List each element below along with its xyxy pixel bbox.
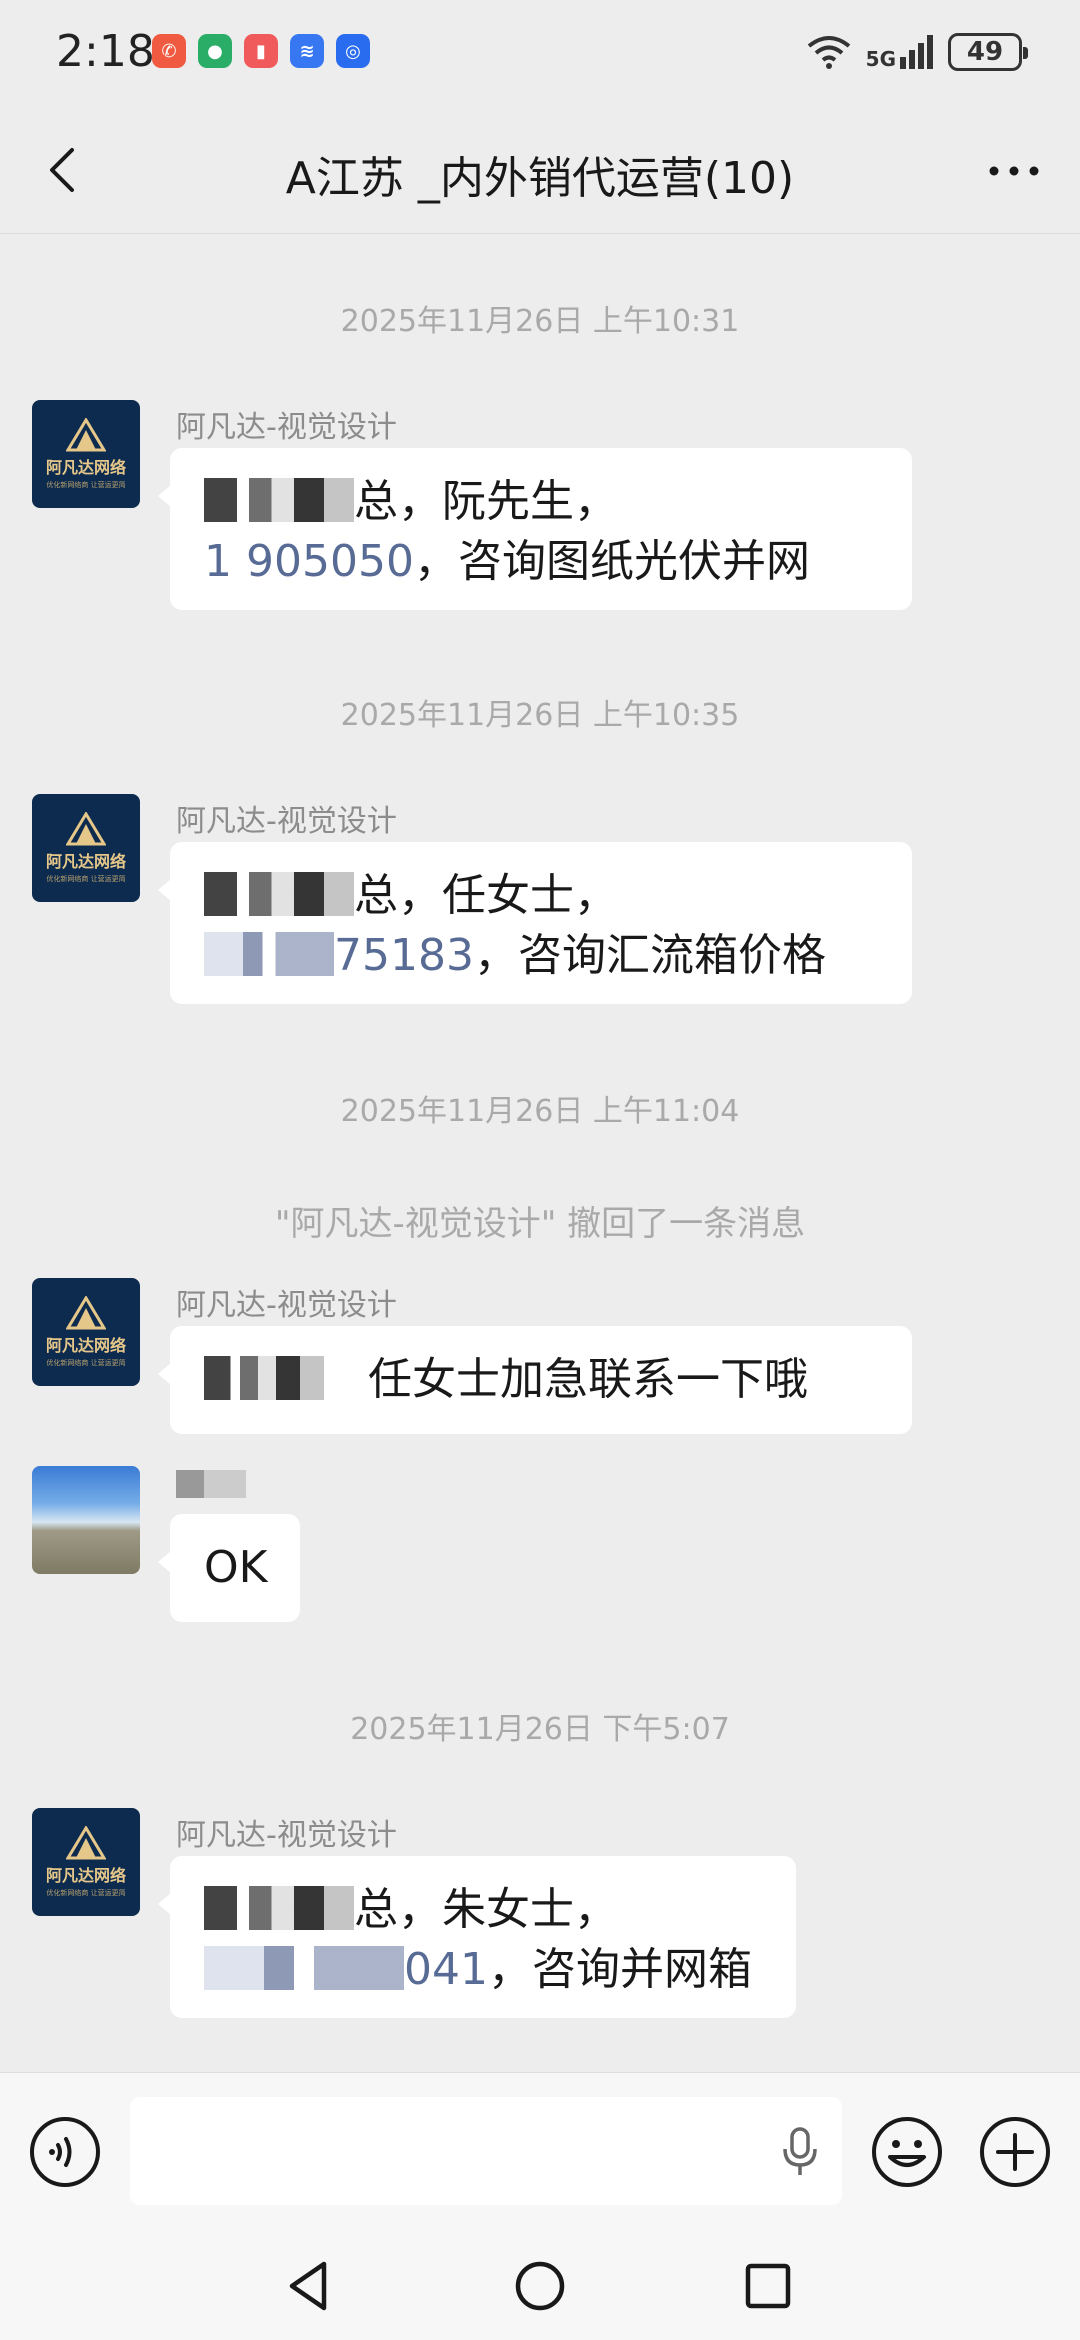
sender-name (176, 1470, 246, 1506)
brand-slogan: 优化新网络商 让营运更简 (46, 1359, 126, 1367)
status-time: 2:18 (56, 26, 155, 77)
brand-slogan: 优化新网络商 让营运更简 (46, 481, 126, 489)
battery-indicator: 49 (948, 33, 1028, 71)
nav-recents-icon[interactable] (738, 2256, 798, 2316)
sender-name: 阿凡达-视觉设计 (176, 804, 397, 839)
brand-logo-icon (66, 418, 106, 452)
redacted-text (204, 872, 354, 916)
avatar[interactable]: 阿凡达网络 优化新网络商 让营运更简 (32, 1278, 140, 1386)
signal-icon (900, 35, 933, 69)
message-text: ，咨询并网箱 (487, 1944, 752, 1995)
message-text: ，咨询图纸光伏并网 (413, 536, 810, 587)
book-icon: ▮ (244, 34, 278, 68)
message-input[interactable] (130, 2097, 842, 2205)
emoji-icon[interactable] (870, 2115, 944, 2189)
message-bubble[interactable]: 总，阮先生， 1 905050，咨询图纸光伏并网 (158, 448, 912, 610)
title-bar: A江苏 _内外销代运营(10) (0, 110, 1080, 234)
message-timestamp: 2025年11月26日 下午5:07 (350, 1712, 730, 1747)
redacted-text (176, 1470, 246, 1498)
chat-area[interactable]: 2025年11月26日 上午10:31 阿凡达网络 优化新网络商 让营运更简 阿… (0, 236, 1080, 2072)
avatar[interactable]: 阿凡达网络 优化新网络商 让营运更简 (32, 400, 140, 508)
brand-name: 阿凡达网络 (45, 1336, 126, 1355)
message-timestamp: 2025年11月26日 上午10:31 (340, 304, 740, 339)
redacted-text (204, 1886, 354, 1930)
brand-name: 阿凡达网络 (45, 1866, 126, 1885)
brand-logo-icon (66, 1826, 106, 1860)
message-text: 任女士加急联系一下哦 (368, 1354, 808, 1405)
avatar[interactable]: 阿凡达网络 优化新网络商 让营运更简 (32, 794, 140, 902)
message-bubble[interactable]: 总，任女士， 75183，咨询汇流箱价格 (158, 842, 912, 1004)
redacted-text (204, 1946, 404, 1990)
brand-name: 阿凡达网络 (45, 852, 126, 871)
avatar[interactable]: 阿凡达网络 优化新网络商 让营运更简 (32, 1808, 140, 1916)
input-bar (0, 2072, 1080, 2230)
redacted-text (204, 1356, 324, 1400)
bulb-app-icon: ◎ (336, 34, 370, 68)
message-text: 总，朱女士， (354, 1884, 618, 1935)
plus-icon[interactable] (978, 2115, 1052, 2189)
system-nav-bar (0, 2230, 1080, 2340)
wifi-icon (807, 36, 850, 69)
message-text: 总，阮先生， (354, 476, 618, 527)
voice-icon[interactable] (28, 2115, 102, 2189)
brand-slogan: 优化新网络商 让营运更简 (46, 1889, 126, 1897)
brand-logo-icon (66, 812, 106, 846)
status-bar: 2:18 ✆ ● ▮ ≋ ◎ 5G 49 (0, 0, 1080, 110)
sender-name: 阿凡达-视觉设计 (176, 1818, 397, 1853)
brand-logo-icon (66, 1296, 106, 1330)
phone-link[interactable]: 1 905050 (204, 536, 414, 587)
nav-back-icon[interactable] (280, 2256, 340, 2316)
message-text: ，咨询汇流箱价格 (473, 930, 826, 981)
redacted-text (204, 478, 354, 522)
nav-home-icon[interactable] (510, 2256, 570, 2316)
brand-name: 阿凡达网络 (45, 458, 126, 477)
avatar[interactable] (32, 1466, 140, 1574)
network-type: 5G (865, 47, 896, 71)
recall-notice: "阿凡达-视觉设计" 撤回了一条消息 (274, 1204, 806, 1244)
redacted-text (204, 932, 334, 976)
message-text: 总，任女士， (354, 870, 618, 921)
message-timestamp: 2025年11月26日 上午11:04 (340, 1094, 740, 1129)
message-timestamp: 2025年11月26日 上午10:35 (340, 698, 740, 733)
missed-call-icon: ✆ (152, 34, 186, 68)
more-icon[interactable] (984, 146, 1044, 196)
chat-title: A江苏 _内外销代运营(10) (285, 153, 795, 204)
sender-name: 阿凡达-视觉设计 (176, 1288, 397, 1323)
message-bubble[interactable]: OK (158, 1514, 300, 1622)
mic-icon[interactable] (780, 2127, 820, 2177)
audio-app-icon: ≋ (290, 34, 324, 68)
phone-link[interactable]: 75183 (334, 930, 474, 981)
wechat-icon: ● (198, 34, 232, 68)
message-bubble[interactable]: 任女士加急联系一下哦 (158, 1326, 912, 1434)
status-indicators: 5G 49 (806, 30, 1028, 74)
sender-name: 阿凡达-视觉设计 (176, 410, 397, 445)
brand-slogan: 优化新网络商 让营运更简 (46, 875, 126, 883)
message-bubble[interactable]: 总，朱女士， 041，咨询并网箱 (158, 1856, 796, 2018)
phone-link[interactable]: 041 (404, 1944, 488, 1995)
message-text: OK (204, 1542, 268, 1593)
